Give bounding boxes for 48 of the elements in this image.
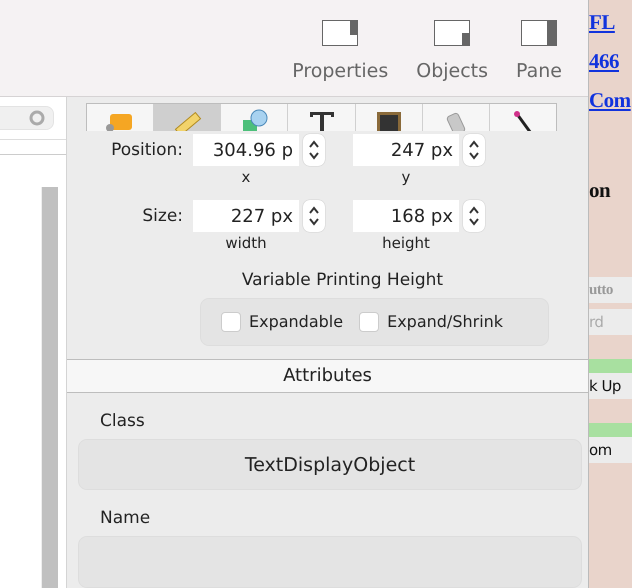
stepper-button[interactable] [463, 200, 485, 232]
number-field[interactable]: 247 px [353, 134, 459, 166]
position-label: Position: [110, 140, 184, 160]
web-text: k Up [589, 358, 632, 399]
stepper-button[interactable] [463, 134, 485, 166]
checkbox-option[interactable]: Expand/Shrink [359, 312, 504, 332]
pane-layout-icon [322, 20, 358, 46]
web-text: on [589, 176, 612, 204]
value-field[interactable]: TextDisplayObject [78, 438, 582, 490]
checkbox-label: Expand/Shrink [387, 312, 504, 332]
stepper-arrows-icon [308, 205, 320, 228]
web-text: rd [589, 308, 632, 335]
size-label: Size: [141, 206, 184, 226]
checkbox-label: Expandable [249, 312, 344, 332]
stepper-arrows-icon [468, 205, 480, 228]
stepper-arrows-icon [468, 139, 480, 162]
field-label: Class [100, 410, 146, 431]
link[interactable]: FL [589, 6, 632, 40]
inspector-tab[interactable] [356, 104, 423, 132]
toolbar-button[interactable]: Pane [516, 20, 562, 82]
number-field[interactable]: 227 px [193, 200, 299, 232]
pane-layout-icon [521, 20, 557, 46]
section-header: Attributes [67, 358, 588, 393]
pane-layout-icon [434, 20, 470, 46]
scrollbar[interactable] [41, 187, 58, 588]
toolbar-button[interactable]: Properties [292, 20, 388, 82]
field-label: Name [100, 508, 152, 528]
inspector-tab[interactable] [288, 104, 356, 132]
stepper-button[interactable] [303, 200, 325, 232]
stepper-button[interactable] [303, 134, 325, 166]
section-title: Variable Printing Height [240, 270, 444, 290]
x-caption: x [240, 168, 252, 186]
stepper-arrows-icon [308, 139, 320, 162]
segmented-control[interactable] [0, 106, 54, 130]
checkbox-option[interactable]: Expandable [221, 312, 344, 332]
height-caption: height [381, 234, 431, 252]
link[interactable]: 466 [589, 45, 632, 78]
checkbox[interactable] [221, 312, 241, 332]
web-text: om [589, 422, 632, 463]
link[interactable]: Com [589, 84, 632, 118]
circle-icon [29, 110, 45, 126]
checkbox[interactable] [359, 312, 380, 332]
number-field[interactable]: 168 px [353, 200, 459, 232]
inspector-tab[interactable] [490, 104, 556, 132]
toolbar-button[interactable]: Objects [416, 20, 488, 82]
width-caption: width [224, 234, 268, 252]
y-caption: y [400, 168, 412, 186]
number-field[interactable]: 304.96 p [193, 134, 299, 166]
